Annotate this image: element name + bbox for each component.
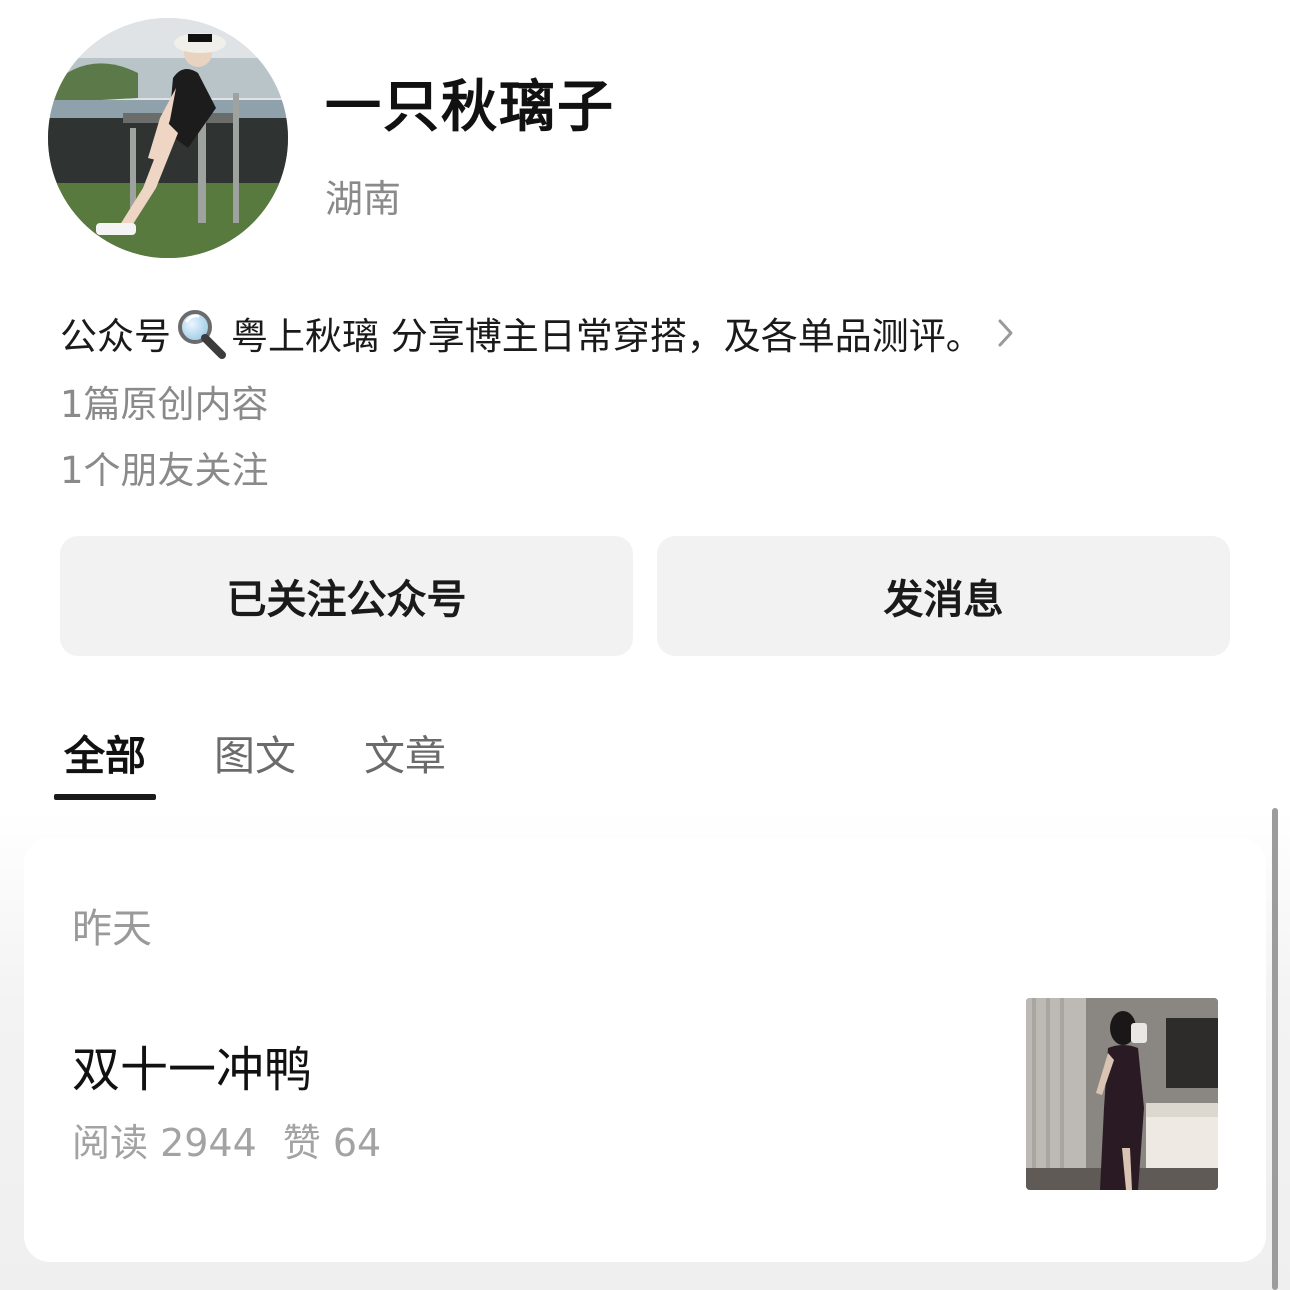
bio-prefix: 公众号	[60, 315, 171, 358]
chevron-right-icon[interactable]	[995, 316, 1017, 350]
article-read-count: 阅读 2944	[72, 1121, 257, 1165]
tab-articles[interactable]: 文章	[364, 722, 446, 782]
article-meta: 阅读 2944 赞 64	[72, 1112, 381, 1167]
original-content-count[interactable]: 1篇原创内容	[60, 374, 269, 428]
profile-bio[interactable]: 公众号 粤上秋璃 分享博主日常穿搭，及各单品测评。	[60, 305, 1180, 361]
followed-account-button[interactable]: 已关注公众号	[60, 536, 633, 656]
magnifier-icon	[178, 310, 226, 359]
active-tab-indicator	[54, 794, 156, 800]
feed-card: 昨天 双十一冲鸭 阅读 2944 赞 64	[24, 838, 1266, 1262]
bio-text: 粤上秋璃 分享博主日常穿搭，及各单品测评。	[231, 315, 983, 358]
article-thumbnail[interactable]	[1026, 998, 1218, 1190]
article-like-count: 赞 64	[282, 1121, 382, 1165]
avatar-photo	[48, 18, 288, 258]
article-title: 双十一冲鸭	[72, 1042, 313, 1098]
friends-following-count[interactable]: 1个朋友关注	[60, 440, 269, 494]
send-message-button[interactable]: 发消息	[657, 536, 1230, 656]
tab-image-text[interactable]: 图文	[214, 722, 296, 782]
date-header: 昨天	[72, 906, 152, 952]
profile-page: 一只秋璃子 湖南 公众号 粤上秋璃 分享博主日常穿搭，及各单品测评。 1篇原创内…	[0, 0, 1290, 1290]
scrollbar[interactable]	[1272, 808, 1278, 1290]
profile-location: 湖南	[325, 177, 402, 221]
profile-name: 一只秋璃子	[325, 75, 615, 140]
article-item[interactable]: 双十一冲鸭 阅读 2944 赞 64	[24, 978, 1266, 1208]
tab-all[interactable]: 全部	[64, 722, 146, 782]
avatar[interactable]	[48, 18, 288, 258]
article-thumbnail-image	[1026, 998, 1218, 1190]
